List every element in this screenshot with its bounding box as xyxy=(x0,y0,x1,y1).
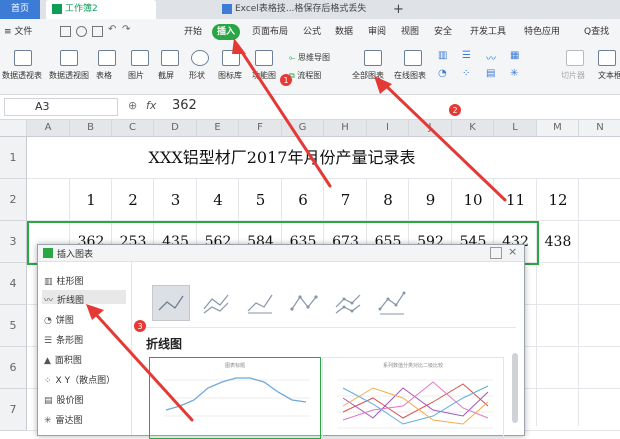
annotation-label-2: 2 xyxy=(452,106,457,115)
arrow-1-head xyxy=(232,38,246,54)
annotation-label-3: 3 xyxy=(137,322,142,331)
arrow-3-head xyxy=(86,304,104,320)
annotation-overlay: 1 2 3 xyxy=(86,38,507,422)
arrow-2-shaft xyxy=(380,80,507,202)
arrow-1-shaft xyxy=(236,44,332,188)
arrow-2-head xyxy=(374,76,392,94)
annotation-label-1: 1 xyxy=(283,76,288,85)
